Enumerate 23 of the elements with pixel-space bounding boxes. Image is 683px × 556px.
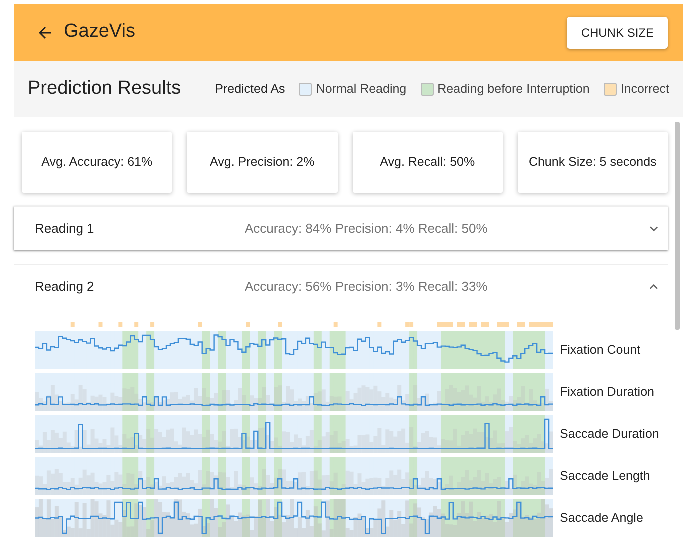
chunk-size-button[interactable]: CHUNK SIZE <box>567 16 668 48</box>
reading-header[interactable]: Reading 1 Accuracy: 84% Precision: 4% Recall: 50% <box>14 207 668 250</box>
reading-metrics: Accuracy: 56% Precision: 3% Recall: 33% <box>245 278 488 296</box>
feature-label: Saccade Length <box>560 468 650 485</box>
feature-label: Fixation Duration <box>560 384 654 401</box>
reading-header[interactable]: Reading 2 Accuracy: 56% Precision: 3% Recall: 33% <box>14 265 668 308</box>
legend-text: Normal Reading <box>316 80 407 98</box>
legend-label: Predicted As <box>215 80 286 98</box>
stat-card: Avg. Recall: 50% <box>352 132 503 193</box>
legend-text: Incorrect <box>620 80 670 98</box>
reading-title: Reading 1 <box>35 220 96 238</box>
feature-label: Saccade Angle <box>560 510 644 527</box>
legend-text: Reading before Interruption <box>438 80 590 98</box>
stat-card: Avg. Precision: 2% <box>187 132 338 193</box>
app-title: GazeVis <box>64 20 136 44</box>
stat-card: Avg. Accuracy: 61% <box>22 132 172 193</box>
feature-label: Saccade Duration <box>560 426 660 443</box>
section-title: Prediction Results <box>28 76 182 101</box>
reading-metrics: Accuracy: 84% Precision: 4% Recall: 50% <box>245 220 488 238</box>
reading-title: Reading 2 <box>35 278 96 296</box>
stat-card: Chunk Size: 5 seconds <box>518 132 668 193</box>
feature-label: Fixation Count <box>560 342 641 359</box>
scrollbar[interactable] <box>675 122 680 330</box>
